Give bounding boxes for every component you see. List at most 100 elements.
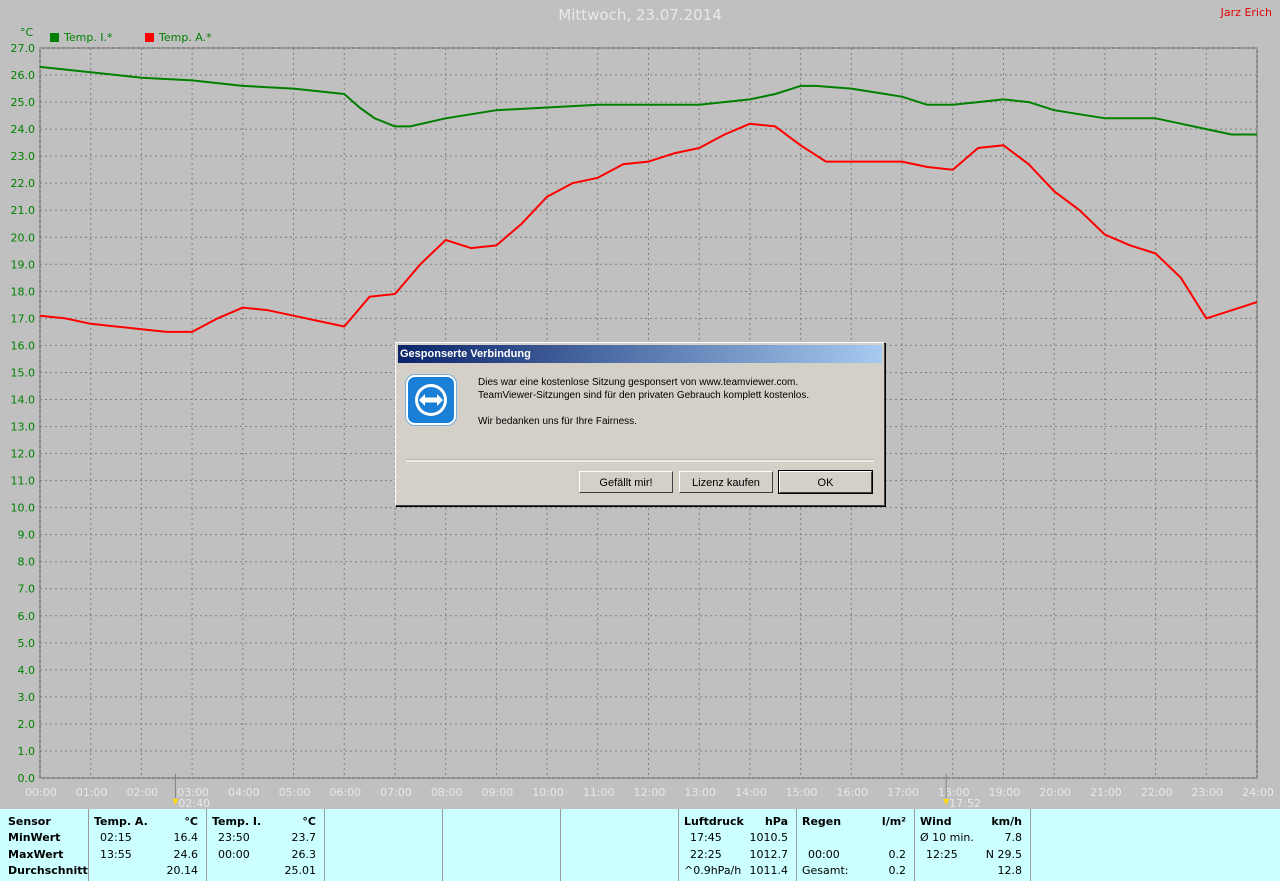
x-tick-label: 07:00	[380, 786, 412, 799]
legend-label: Temp. A.*	[159, 31, 212, 44]
dialog-title: Gesponserte Verbindung	[398, 345, 882, 363]
wind-avg-val: 7.8	[1004, 831, 1023, 844]
dialog-line-1: Dies war eine kostenlose Sitzung gespons…	[478, 377, 799, 388]
x-tick-label: 02:00	[127, 786, 159, 799]
pressure-trend-val: 1011.4	[749, 864, 789, 877]
x-tick-label: 24:00	[1242, 786, 1274, 799]
y-tick-label: 22.0	[11, 177, 36, 190]
x-tick-label: 10:00	[532, 786, 564, 799]
y-tick-label: 8.0	[18, 556, 36, 569]
y-tick-label: 10.0	[11, 502, 36, 515]
rain-unit: l/m²	[881, 815, 906, 828]
x-tick-label: 20:00	[1039, 786, 1071, 799]
temp-i-min-val: 23.7	[291, 831, 317, 844]
x-tick-label: 15:00	[786, 786, 818, 799]
col-sensor: Sensor MinWert MaxWert Durchschnitt	[0, 809, 89, 881]
col-empty-3	[560, 809, 679, 881]
y-tick-label: 21.0	[11, 204, 36, 217]
temp-a-header: Temp. A.	[94, 815, 148, 828]
y-tick-label: 5.0	[18, 637, 36, 650]
pressure-unit: hPa	[764, 815, 788, 828]
col-empty-1	[324, 809, 443, 881]
chart-title: Mittwoch, 23.07.2014	[558, 6, 722, 24]
y-tick-label: 11.0	[11, 475, 36, 488]
temp-i-unit: °C	[302, 815, 316, 828]
pressure-trend-label: ^0.9hPa/h	[684, 864, 742, 877]
row-avg-label: Durchschnitt	[8, 864, 88, 877]
marker-label: 17:52	[949, 797, 981, 809]
dialog-line-2: TeamViewer-Sitzungen sind für den privat…	[478, 390, 810, 401]
pressure-max-val: 1012.7	[749, 848, 789, 861]
wind-max-time: 12:25	[926, 848, 958, 861]
row-min-label: MinWert	[8, 831, 61, 844]
temp-a-unit: °C	[184, 815, 198, 828]
teamviewer-icon	[406, 375, 456, 425]
like-button[interactable]: Gefällt mir!	[579, 471, 673, 493]
x-tick-label: 17:00	[887, 786, 919, 799]
x-tick-label: 06:00	[329, 786, 361, 799]
x-tick-label: 05:00	[279, 786, 311, 799]
x-tick-label: 23:00	[1191, 786, 1223, 799]
x-tick-label: 11:00	[583, 786, 615, 799]
wind-unit: km/h	[991, 815, 1022, 828]
temp-a-max-time: 13:55	[100, 848, 132, 861]
temp-i-avg: 25.01	[284, 864, 317, 877]
y-tick-label: 19.0	[11, 258, 36, 271]
temp-i-header: Temp. I.	[212, 815, 262, 828]
temp-i-max-time: 00:00	[218, 848, 250, 861]
y-tick-label: 27.0	[11, 42, 36, 55]
pressure-max-time: 22:25	[690, 848, 722, 861]
y-tick-label: 17.0	[11, 312, 36, 325]
y-tick-label: 16.0	[11, 339, 36, 352]
x-tick-label: 16:00	[836, 786, 868, 799]
ok-button[interactable]: OK	[778, 470, 873, 494]
x-tick-label: 04:00	[228, 786, 260, 799]
rain-max-time: 00:00	[808, 848, 840, 861]
marker-label: 02:40	[178, 797, 210, 809]
temp-i-min-time: 23:50	[218, 831, 250, 844]
x-tick-label: 00:00	[25, 786, 57, 799]
x-tick-label: 19:00	[989, 786, 1021, 799]
x-tick-label: 09:00	[482, 786, 514, 799]
legend-label: Temp. I.*	[64, 31, 113, 44]
y-tick-label: 15.0	[11, 366, 36, 379]
x-tick-label: 21:00	[1090, 786, 1122, 799]
col-rain: Regen l/m² 00:00 0.2 Gesamt: 0.2	[796, 809, 915, 881]
y-tick-label: 12.0	[11, 448, 36, 461]
y-unit-label: °C	[20, 26, 34, 39]
x-axis-ticks: 00:00 01:00 02:00 03:00 04:00 05:00 06:00 07:00…	[25, 786, 1274, 799]
stats-table: Sensor MinWert MaxWert Durchschnitt Temp…	[0, 809, 1280, 881]
y-tick-label: 23.0	[11, 150, 36, 163]
legend-swatch-green	[50, 33, 59, 42]
legend-swatch-red	[145, 33, 154, 42]
author-label: Jarz Erich	[1220, 6, 1272, 19]
y-tick-label: 20.0	[11, 231, 36, 244]
legend-item-temp-i: Temp. I.*	[50, 31, 113, 44]
sensor-header: Sensor	[8, 815, 51, 828]
x-tick-label: 12:00	[634, 786, 666, 799]
temp-a-avg: 20.14	[166, 864, 199, 877]
legend-item-temp-a: Temp. A.*	[145, 31, 212, 44]
pressure-min-time: 17:45	[690, 831, 722, 844]
col-temp-a: Temp. A. °C 02:15 16.4 13:55 24.6 20.14	[88, 809, 207, 881]
y-tick-label: 1.0	[18, 745, 36, 758]
wind-header: Wind	[920, 815, 952, 828]
sponsored-session-dialog: Gesponserte Verbindung Dies war eine kos…	[395, 342, 885, 506]
x-tick-label: 22:00	[1141, 786, 1173, 799]
pressure-header: Luftdruck	[684, 815, 744, 828]
rain-header: Regen	[802, 815, 842, 828]
y-tick-label: 7.0	[18, 583, 36, 596]
rain-total-val: 0.2	[888, 864, 907, 877]
pressure-min-val: 1010.5	[749, 831, 789, 844]
y-tick-label: 13.0	[11, 421, 36, 434]
x-tick-label: 01:00	[76, 786, 108, 799]
y-tick-label: 6.0	[18, 610, 36, 623]
x-tick-label: 13:00	[684, 786, 716, 799]
buy-license-button[interactable]: Lizenz kaufen	[679, 471, 773, 493]
col-pressure: Luftdruck hPa 17:45 1010.5 22:25 1012.7 …	[678, 809, 797, 881]
wind-max-val: N 29.5	[985, 848, 1022, 861]
col-empty-2	[442, 809, 561, 881]
y-tick-label: 2.0	[18, 718, 36, 731]
col-temp-i: Temp. I. °C 23:50 23.7 00:00 26.3 25.01	[206, 809, 325, 881]
y-tick-label: 4.0	[18, 664, 36, 677]
